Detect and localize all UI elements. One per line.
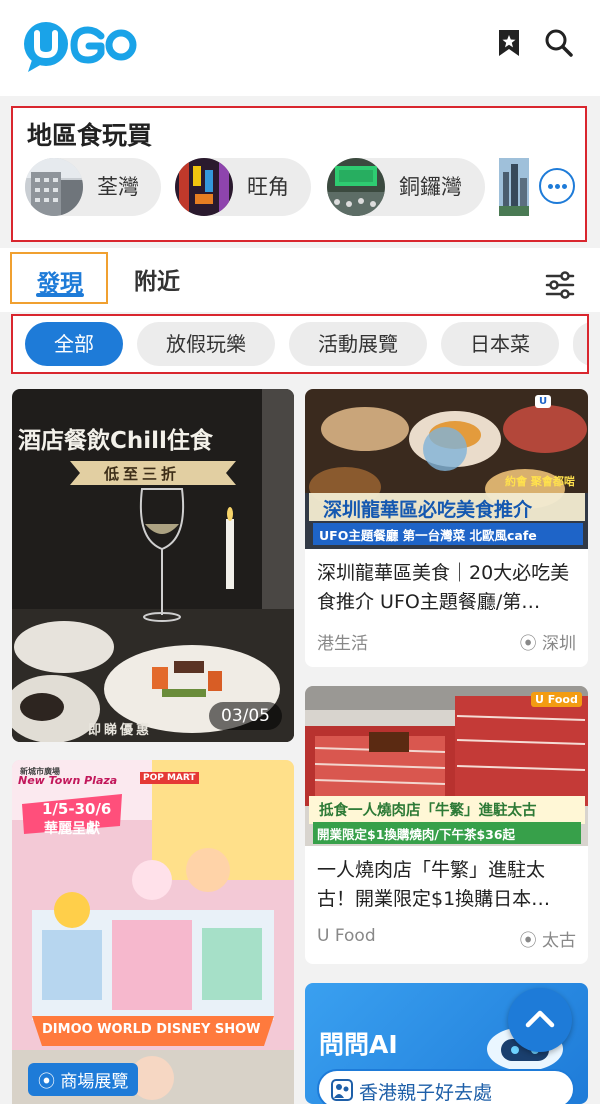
category-chip-partial[interactable] bbox=[573, 322, 587, 366]
card-location: ⦿ 太古 bbox=[520, 926, 576, 951]
card-overlay-tag: 約會 聚會都啱 bbox=[505, 475, 575, 488]
ugo-logo[interactable] bbox=[22, 20, 142, 74]
category-chip-all[interactable]: 全部 bbox=[25, 322, 123, 366]
bookmark-icon[interactable] bbox=[494, 28, 524, 58]
card-overlay-brand: U Food bbox=[531, 692, 582, 707]
feed-card-dimoo-show[interactable]: 新城市廣場 New Town Plaza POP MART 1/5-30/6 華… bbox=[12, 760, 294, 1104]
district-chip-label: 旺角 bbox=[247, 175, 289, 199]
location-tag-label: 商場展覽 bbox=[60, 1072, 129, 1092]
top-bar bbox=[0, 0, 600, 96]
card-overlay-title: 酒店餐飲Chill住食 bbox=[18, 428, 213, 454]
feed-card-shenzhen-food[interactable]: U 約會 聚會都啱 深圳龍華區必吃美食推介 UFO主題餐廳 第一台灣菜 北歐風c… bbox=[305, 389, 588, 667]
card-image bbox=[305, 686, 588, 846]
card-overlay-banner-top: 抵食一人燒肉店「牛繁」進駐太古 bbox=[319, 803, 537, 819]
card-overlay-present: 華麗呈獻 bbox=[44, 821, 100, 837]
card-title: 一人燒肉店「牛繁」進駐太古！開業限定$1換購日本… bbox=[317, 859, 551, 910]
ask-ai-title: 問問AI bbox=[319, 1030, 398, 1059]
card-overlay-date: 1/5-30/6 bbox=[42, 800, 112, 818]
ask-ai-suggestion[interactable]: 香港親子好去處 bbox=[317, 1069, 575, 1104]
tab-nearby[interactable]: 附近 bbox=[134, 262, 180, 296]
more-districts-button[interactable] bbox=[539, 168, 575, 204]
card-overlay-banner-bottom: 開業限定$1換購燒肉/下午茶$36起 bbox=[317, 827, 516, 842]
category-chip-japanese[interactable]: 日本菜 bbox=[441, 322, 559, 366]
district-chip-label: 銅鑼灣 bbox=[399, 175, 462, 199]
category-filter-bar: 全部 放假玩樂 活動展覽 日本菜 bbox=[11, 314, 589, 374]
tab-discover[interactable]: 發現 bbox=[10, 252, 108, 304]
district-thumb bbox=[327, 158, 385, 216]
search-icon[interactable] bbox=[544, 28, 574, 58]
feed-tabs: 發現 附近 bbox=[0, 248, 600, 312]
arrow-up-icon bbox=[525, 1010, 555, 1028]
district-chip-mong-kok[interactable]: 旺角 bbox=[175, 158, 311, 216]
district-chip-partial[interactable] bbox=[499, 158, 529, 216]
location-tag: ⦿ 商場展覽 bbox=[28, 1063, 139, 1096]
district-chip-label: 荃灣 bbox=[97, 175, 139, 199]
card-title: 深圳龍華區美食｜20大必吃美食推介 UFO主題餐廳/第… bbox=[317, 562, 570, 613]
card-location: ⦿ 深圳 bbox=[520, 629, 576, 654]
pin-icon: ⦿ bbox=[519, 931, 537, 951]
district-section-title: 地區食玩買 bbox=[27, 121, 153, 150]
feed-card-hotel-dining[interactable]: 酒店餐飲Chill住食 低至三折 即睇優惠 03/05 bbox=[12, 389, 294, 742]
ask-ai-suggestion-label: 香港親子好去處 bbox=[359, 1082, 493, 1104]
card-overlay-footer: 即睇優惠 bbox=[88, 723, 153, 738]
card-location-label: 太古 bbox=[542, 931, 576, 951]
card-overlay-popmart: POP MART bbox=[140, 772, 199, 784]
pin-icon: ⦿ bbox=[38, 1072, 55, 1092]
filter-icon[interactable] bbox=[544, 270, 576, 300]
page-badge: 03/05 bbox=[209, 702, 282, 730]
card-overlay-brand: U bbox=[535, 395, 552, 408]
card-location-label: 深圳 bbox=[542, 634, 576, 654]
district-chip-tsuen-wan[interactable]: 荃灣 bbox=[25, 158, 161, 216]
feed-card-yakiniku[interactable]: U Food 抵食一人燒肉店「牛繁」進駐太古 開業限定$1換購燒肉/下午茶$36… bbox=[305, 686, 588, 964]
card-overlay-brand: New Town Plaza bbox=[18, 774, 118, 787]
category-chip-holiday[interactable]: 放假玩樂 bbox=[137, 322, 275, 366]
tab-active-indicator bbox=[36, 293, 84, 297]
category-chip-events[interactable]: 活動展覽 bbox=[289, 322, 427, 366]
scroll-to-top-button[interactable] bbox=[508, 988, 572, 1052]
district-thumb bbox=[175, 158, 233, 216]
pin-icon: ⦿ bbox=[519, 634, 537, 654]
district-thumb bbox=[25, 158, 83, 216]
card-source: 港生活 bbox=[317, 634, 368, 654]
card-overlay-banner-bottom: UFO主題餐廳 第一台灣菜 北歐風cafe bbox=[319, 528, 537, 543]
district-chip-causeway-bay[interactable]: 銅鑼灣 bbox=[327, 158, 485, 216]
family-icon bbox=[331, 1079, 353, 1101]
card-source: U Food bbox=[317, 926, 376, 946]
card-overlay-subtitle: 低至三折 bbox=[104, 465, 181, 483]
district-section: 地區食玩買 荃灣 旺角 銅鑼灣 bbox=[11, 106, 587, 242]
card-overlay-banner-top: 深圳龍華區必吃美食推介 bbox=[323, 499, 533, 521]
card-overlay-show: DIMOO WORLD DISNEY SHOW bbox=[42, 1022, 261, 1037]
